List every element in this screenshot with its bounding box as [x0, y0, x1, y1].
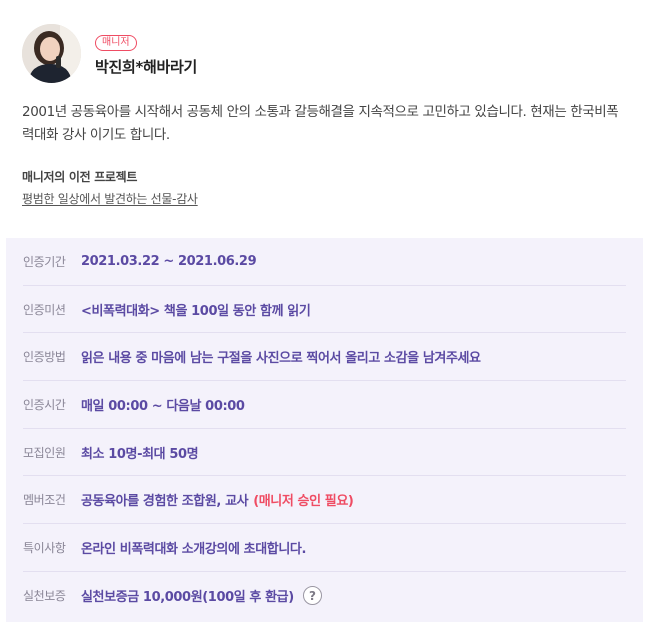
detail-label: 인증기간	[23, 254, 66, 269]
manager-bio: 2001년 공동육아를 시작해서 공동체 안의 소통과 갈등해결을 지속적으로 …	[22, 104, 619, 143]
detail-row-member-condition: 멤버조건 공동육아를 경험한 조합원, 교사 (매니저 승인 필요)	[23, 476, 626, 525]
detail-label: 모집인원	[23, 445, 66, 460]
detail-value: 실천보증금 10,000원(100일 후 환급) ?	[81, 586, 322, 606]
detail-value: 읽은 내용 중 마음에 남는 구절을 사진으로 찍어서 올리고 소감을 남겨주세…	[81, 351, 481, 367]
detail-label: 실천보증	[23, 589, 66, 604]
detail-row-capacity: 모집인원 최소 10명-최대 50명	[23, 429, 626, 477]
manager-badge: 매니저	[95, 35, 137, 51]
detail-value: 매일 00:00 ~ 다음날 00:00	[81, 398, 245, 414]
detail-row-period: 인증기간 2021.03.22 ~ 2021.06.29	[23, 238, 626, 286]
detail-row-method: 인증방법 읽은 내용 중 마음에 남는 구절을 사진으로 찍어서 올리고 소감을…	[23, 333, 626, 382]
help-icon[interactable]: ?	[302, 586, 322, 606]
previous-projects-title: 매니저의 이전 프로젝트	[22, 170, 138, 184]
detail-row-time: 인증시간 매일 00:00 ~ 다음날 00:00	[23, 381, 626, 429]
challenge-details-panel: 인증기간 2021.03.22 ~ 2021.06.29 인증미션 <비폭력대화…	[6, 238, 643, 622]
detail-row-mission: 인증미션 <비폭력대화> 책을 100일 동안 함께 읽기	[23, 286, 626, 334]
detail-row-special-notes: 특이사항 온라인 비폭력대화 소개강의에 초대합니다.	[23, 524, 626, 572]
detail-label: 인증시간	[23, 397, 66, 412]
manager-name: 박진희*해바라기	[95, 58, 198, 76]
detail-value: 최소 10명-최대 50명	[81, 446, 199, 462]
detail-value: 온라인 비폭력대화 소개강의에 초대합니다.	[81, 541, 306, 557]
detail-value: 공동육아를 경험한 조합원, 교사 (매니저 승인 필요)	[81, 490, 354, 510]
manager-profile: 매니저 박진희*해바라기	[22, 24, 197, 83]
detail-label: 멤버조건	[23, 493, 66, 508]
detail-value: 2021.03.22 ~ 2021.06.29	[81, 253, 257, 269]
previous-project-link[interactable]: 평범한 일상에서 발견하는 선물-감사	[22, 190, 198, 207]
detail-value: <비폭력대화> 책을 100일 동안 함께 읽기	[81, 303, 311, 319]
avatar	[22, 24, 81, 83]
detail-label: 특이사항	[23, 540, 66, 555]
detail-label: 인증미션	[23, 302, 66, 317]
detail-row-deposit: 실천보증 실천보증금 10,000원(100일 후 환급) ?	[23, 572, 626, 620]
approval-required-note: (매니저 승인 필요)	[253, 494, 354, 510]
detail-label: 인증방법	[23, 350, 66, 365]
